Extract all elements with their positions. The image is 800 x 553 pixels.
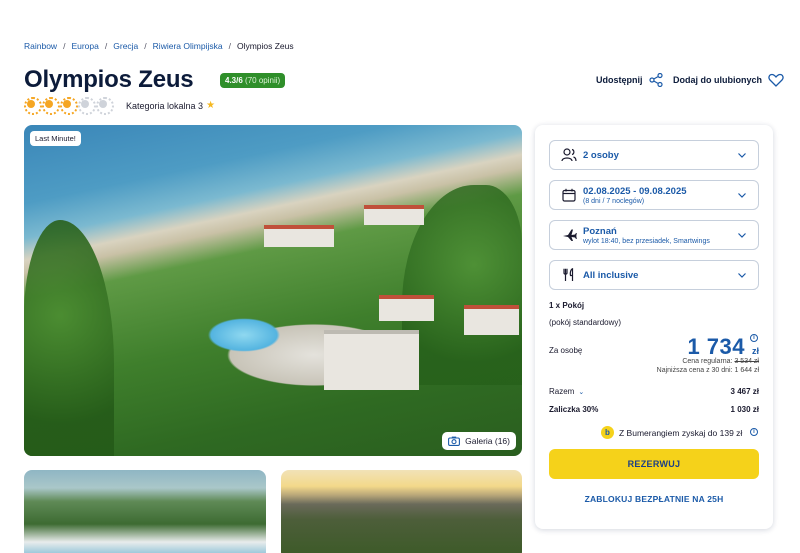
reserve-button[interactable]: REZERWUJ	[549, 449, 759, 479]
total-label: Razem	[549, 387, 575, 396]
per-person-label: Za osobę	[549, 346, 583, 355]
camera-icon	[448, 436, 461, 446]
gallery-button[interactable]: Galeria (16)	[442, 432, 516, 450]
board-value: All inclusive	[583, 269, 639, 281]
info-icon[interactable]: i	[750, 334, 758, 342]
price-per-person: 1 734	[687, 334, 745, 359]
share-button[interactable]: Udostępnij	[596, 73, 663, 87]
price-currency: zł	[751, 346, 759, 356]
photo-building	[324, 330, 419, 390]
chevron-down-icon	[736, 232, 748, 238]
sun-icon	[60, 97, 78, 115]
chevron-down-icon	[736, 152, 748, 158]
regular-price: Cena regularna: 3 534 zł	[682, 358, 759, 365]
departure-city: Poznań	[583, 225, 617, 237]
photo-building	[379, 295, 434, 321]
breadcrumb-grecja[interactable]: Grecja	[113, 41, 138, 51]
booking-panel: 2 osoby 02.08.2025 - 09.08.2025 (8 dni /…	[535, 125, 773, 529]
deposit-label: Zaliczka 30%	[549, 405, 599, 414]
total-toggle[interactable]: Razem ⌄	[549, 387, 584, 396]
cutlery-icon	[560, 268, 578, 282]
share-label: Udostępnij	[596, 75, 643, 85]
breadcrumb-rainbow[interactable]: Rainbow	[24, 41, 57, 51]
breadcrumb-separator: /	[63, 41, 66, 51]
rating-count: (70 opinii)	[245, 76, 281, 85]
favorite-label: Dodaj do ulubionych	[673, 75, 762, 85]
deposit-value: 1 030 zł	[730, 405, 759, 414]
gallery-label: Galeria (16)	[465, 436, 510, 446]
sun-empty-icon	[78, 97, 96, 115]
page-title: Olympios Zeus	[24, 66, 194, 93]
star-icon: ★	[206, 100, 216, 111]
block-free-link[interactable]: ZABLOKUJ BEZPŁATNIE NA 25H	[549, 494, 759, 504]
guests-value: 2 osoby	[583, 149, 619, 161]
breadcrumb-current: Olympios Zeus	[236, 41, 294, 51]
breadcrumb-riwiera[interactable]: Riwiera Olimpijska	[153, 41, 223, 51]
departure-details: wylot 18:40, bez przesiadek, Smartwings	[583, 237, 710, 245]
breadcrumb-separator: /	[228, 41, 231, 51]
breadcrumb-europa[interactable]: Europa	[71, 41, 98, 51]
sun-rating	[24, 97, 114, 115]
gallery-thumbnail[interactable]	[24, 470, 266, 553]
chevron-down-icon	[736, 192, 748, 198]
rating-badge[interactable]: 4.3/6 (70 opinii)	[220, 73, 286, 88]
bumerang-text: Z Bumerangiem zyskaj do 139 zł	[619, 427, 743, 438]
chevron-down-icon: ⌄	[578, 388, 585, 396]
sun-empty-icon	[96, 97, 114, 115]
regular-price-label: Cena regularna:	[682, 358, 733, 365]
breadcrumb-separator: /	[144, 41, 147, 51]
regular-price-value: 3 534 zł	[734, 358, 759, 365]
local-category-label: Kategoria lokalna 3	[126, 100, 204, 111]
board-select[interactable]: All inclusive	[549, 260, 759, 290]
departure-select[interactable]: Poznań wylot 18:40, bez przesiadek, Smar…	[549, 220, 759, 250]
room-type: (pokój standardowy)	[549, 318, 622, 327]
favorite-button[interactable]: Dodaj do ulubionych	[673, 73, 784, 87]
sun-icon	[24, 97, 42, 115]
dates-duration: (8 dni / 7 noclegów)	[583, 197, 645, 205]
last-minute-badge: Last Minute!	[30, 131, 81, 146]
room-count: 1 x Pokój	[549, 301, 585, 310]
photo-trees	[24, 220, 114, 456]
gallery-thumbnail[interactable]	[281, 470, 522, 553]
share-icon	[648, 73, 663, 87]
users-icon	[560, 148, 578, 162]
calendar-icon	[560, 188, 578, 202]
local-category: Kategoria lokalna 3 ★	[126, 100, 215, 111]
photo-building	[264, 225, 334, 247]
breadcrumb-separator: /	[104, 41, 108, 51]
heart-icon	[768, 73, 784, 87]
info-icon[interactable]: i	[750, 428, 758, 436]
dates-select[interactable]: 02.08.2025 - 09.08.2025 (8 dni / 7 nocle…	[549, 180, 759, 210]
dates-value: 02.08.2025 - 09.08.2025	[583, 185, 687, 197]
sun-icon	[42, 97, 60, 115]
total-value: 3 467 zł	[730, 387, 759, 396]
bumerang-promo: b Z Bumerangiem zyskaj do 139 zł	[601, 426, 742, 439]
rating-score: 4.3/6	[225, 76, 243, 85]
bumerang-logo-icon: b	[601, 426, 614, 439]
guests-select[interactable]: 2 osoby	[549, 140, 759, 170]
photo-building	[464, 305, 519, 335]
lowest-price-30d: Najniższa cena z 30 dni: 1 644 zł	[656, 367, 759, 374]
breadcrumb: Rainbow / Europa / Grecja / Riwiera Olim…	[24, 41, 294, 51]
plane-icon	[560, 228, 578, 242]
photo-building	[364, 205, 424, 225]
chevron-down-icon	[736, 272, 748, 278]
main-hotel-photo[interactable]: Last Minute! Galeria (16)	[24, 125, 522, 456]
